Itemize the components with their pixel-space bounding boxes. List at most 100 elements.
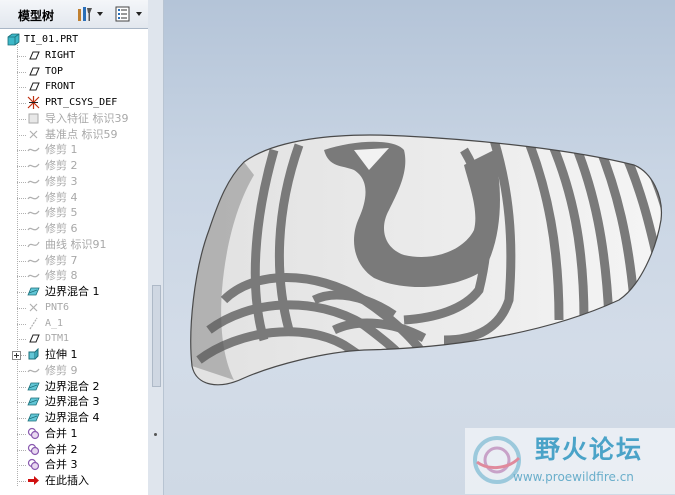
trim-icon — [27, 368, 40, 373]
tree-connector-branch — [17, 370, 26, 372]
tree-item[interactable]: FRONT — [0, 79, 148, 95]
tree-connector-branch — [17, 276, 26, 278]
graphics-viewport[interactable] — [164, 0, 675, 495]
tree-connector-branch — [17, 118, 26, 120]
tree-connector-branch — [17, 481, 26, 482]
tree-item[interactable]: 合并 1 — [0, 426, 148, 442]
tree-item-label: 修剪 6 — [45, 222, 78, 235]
tree-item[interactable]: 边界混合 1 — [0, 284, 148, 300]
datum-axis-icon — [29, 317, 38, 329]
tree-item[interactable]: PNT6 — [0, 300, 148, 316]
tree-item[interactable]: RIGHT — [0, 48, 148, 64]
tree-item[interactable]: 修剪 9 — [0, 363, 148, 379]
trim-icon — [27, 163, 40, 168]
tree-item[interactable]: DTM1 — [0, 331, 148, 347]
tree-connector-branch — [17, 339, 26, 341]
tree-item[interactable]: 在此插入 — [0, 473, 148, 489]
tree-item[interactable]: 修剪 1 — [0, 142, 148, 158]
datum-point-icon — [29, 303, 38, 312]
merge-icon — [27, 443, 40, 455]
tree-item[interactable]: 修剪 6 — [0, 221, 148, 237]
tree-item-label: 边界混合 3 — [45, 395, 100, 409]
extrude-icon — [28, 348, 39, 360]
tree-item-label: DTM1 — [45, 333, 70, 345]
tree-item[interactable]: 边界混合 3 — [0, 394, 148, 410]
tree-item-label: 修剪 8 — [45, 269, 78, 283]
tree-item-label: TOP — [45, 65, 64, 77]
model-tree-title: 模型树 — [18, 9, 55, 23]
tree-item[interactable]: TOP — [0, 64, 148, 80]
tree-item[interactable]: 修剪 4 — [0, 190, 148, 206]
tree-connector-branch — [17, 307, 26, 309]
tree-item[interactable]: 基准点 标识59 — [0, 127, 148, 143]
tree-item-label: 拉伸 1 — [45, 348, 78, 361]
tree-item[interactable]: 拉伸 1 — [0, 347, 148, 363]
tree-item-label: 修剪 9 — [45, 363, 78, 377]
tree-item[interactable]: 修剪 7 — [0, 253, 148, 269]
tree-root-item[interactable]: TI_01.PRT — [0, 32, 148, 48]
watermark-title: 野火论坛 — [535, 435, 644, 464]
tree-connector-branch — [17, 103, 26, 104]
tree-item-label: 合并 3 — [45, 458, 78, 472]
tree-item[interactable]: 导入特征 标识39 — [0, 111, 148, 127]
tree-connector-branch — [17, 449, 26, 451]
datum-plane-icon — [29, 82, 40, 91]
trim-icon — [27, 258, 40, 262]
tree-connector-branch — [17, 55, 26, 57]
tree-item-label: 导入特征 标识39 — [45, 111, 129, 125]
trim-icon — [27, 210, 40, 215]
boundary-blend-icon — [27, 382, 40, 390]
merge-icon — [27, 427, 40, 439]
tree-item-label: 修剪 4 — [45, 190, 78, 204]
model-tree-show-icon[interactable] — [114, 5, 132, 23]
tree-item[interactable]: 修剪 8 — [0, 268, 148, 284]
trim-icon — [27, 273, 40, 278]
tree-item[interactable]: 合并 2 — [0, 442, 148, 458]
model-tree-toolbar: 模型树 — [0, 0, 148, 29]
coordinate-system-icon — [27, 96, 40, 109]
curve-icon — [27, 241, 40, 248]
splitter-scroll-thumb[interactable] — [152, 285, 161, 387]
tree-connector-branch — [17, 197, 26, 199]
trim-icon — [27, 179, 40, 184]
tree-connector-branch — [17, 181, 26, 183]
tree-item[interactable]: 边界混合 4 — [0, 410, 148, 426]
tree-connector-branch — [17, 418, 26, 419]
tree-item[interactable]: 边界混合 2 — [0, 379, 148, 395]
tree-connector-branch — [17, 292, 26, 293]
tree-item[interactable]: 修剪 5 — [0, 205, 148, 221]
tree-item[interactable]: 修剪 3 — [0, 174, 148, 190]
boundary-blend-icon — [27, 397, 40, 406]
panel-splitter[interactable] — [148, 0, 164, 495]
settings-dropdown-arrow-icon[interactable] — [97, 12, 103, 16]
tree-connector-branch — [17, 386, 26, 388]
tree-item-label: 在此插入 — [45, 474, 89, 487]
tree-connector-branch — [17, 260, 26, 262]
tree-item-label: 合并 1 — [45, 426, 78, 440]
tree-item[interactable]: A_1 — [0, 316, 148, 332]
tree-item-label: 合并 2 — [45, 442, 78, 456]
show-dropdown-arrow-icon[interactable] — [136, 12, 142, 16]
model-tree-settings-icon[interactable] — [76, 5, 94, 23]
tree-item-label: 修剪 3 — [45, 174, 78, 188]
tree-connector-branch — [17, 433, 26, 435]
boundary-blend-icon — [27, 413, 40, 422]
tree-item[interactable]: PRT_CSYS_DEF — [0, 95, 148, 111]
tree-item-label: 修剪 5 — [45, 206, 78, 220]
tree-item[interactable]: 曲线 标识91 — [0, 237, 148, 253]
tree-connector-branch — [17, 71, 26, 73]
model-tree: TI_01.PRT RIGHT TOP FRONT PRT_CSYS_DEF 导入特征 … — [0, 30, 148, 495]
merge-icon — [27, 459, 40, 471]
tree-item[interactable]: 合并 3 — [0, 457, 148, 473]
tree-item[interactable]: 修剪 2 — [0, 158, 148, 174]
tree-item-label: 曲线 标识91 — [45, 237, 107, 251]
zebra-surface-model[interactable] — [164, 0, 675, 495]
tree-connector-branch — [17, 402, 26, 404]
tree-item-label: 边界混合 1 — [45, 285, 100, 298]
tree-item-label: 修剪 1 — [45, 143, 78, 157]
expand-icon[interactable] — [12, 351, 21, 360]
tree-item-label: RIGHT — [45, 49, 76, 61]
tree-connector-branch — [17, 87, 26, 89]
tree-connector-branch — [17, 134, 26, 136]
datum-plane-icon — [29, 334, 40, 343]
